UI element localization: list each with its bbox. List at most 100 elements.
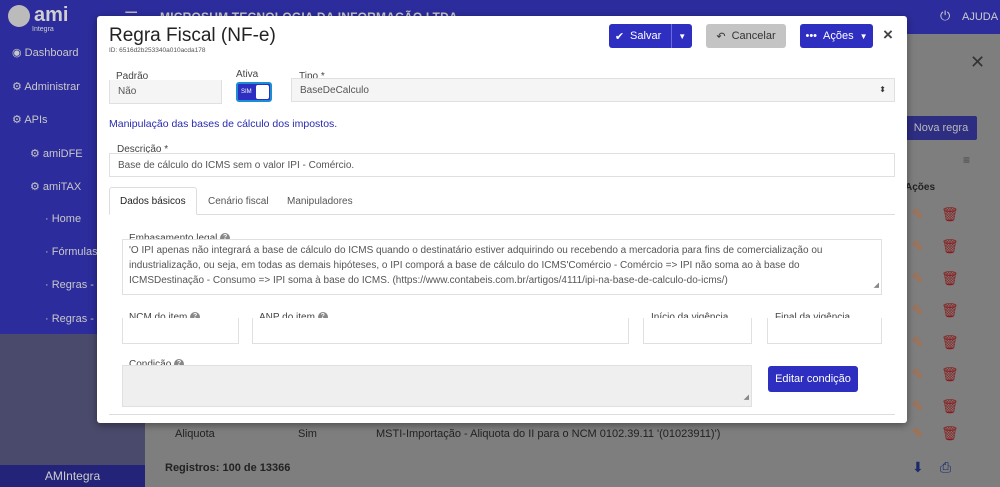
cancel-button[interactable]: ↶ Cancelar	[706, 24, 786, 48]
gear-icon: ⚙	[30, 148, 43, 160]
edit-icon[interactable]: ✎	[912, 334, 924, 351]
logo-icon	[8, 4, 30, 27]
edit-condition-button[interactable]: Editar condição	[768, 366, 858, 392]
trash-icon[interactable]: 🗑	[941, 425, 959, 442]
print-icon[interactable]: ⎙	[940, 459, 951, 476]
select-arrows-icon: ⬍	[879, 85, 886, 94]
manipulation-description: Manipulação das bases de cálculo dos imp…	[109, 118, 338, 130]
sidebar-item-label: Dashboard	[24, 47, 79, 59]
sidebar-item-amitax[interactable]: ⚙ amiTAX	[30, 180, 81, 193]
toggle-text: SIM	[241, 89, 252, 95]
tab-label: Cenário fiscal	[208, 195, 269, 207]
table-cell-col3: MSTI-Importação - Aliquota do II para o …	[376, 428, 721, 440]
sidebar-item-label: Administrar	[24, 81, 80, 93]
descricao-input[interactable]: Base de cálculo do ICMS sem o valor IPI …	[109, 153, 895, 177]
app-logo: ami Integra	[8, 4, 69, 33]
sidebar-item-dashboard[interactable]: ◉ Dashboard	[12, 46, 78, 59]
chevron-down-icon[interactable]: ▼	[671, 24, 686, 48]
edit-icon[interactable]: ✎	[912, 302, 924, 319]
embasamento-line: industrialização, ou seja, em todas as d…	[129, 260, 800, 271]
tab-manipuladores[interactable]: Manipuladores	[277, 187, 363, 215]
ativa-label: Ativa	[236, 69, 259, 80]
check-icon: ✔	[614, 30, 625, 43]
power-icon[interactable]: ⏻	[940, 8, 950, 24]
sidebar-item-home[interactable]: · Home	[45, 213, 81, 225]
logo-text: ami	[34, 4, 69, 26]
trash-icon[interactable]: 🗑	[941, 398, 959, 415]
close-icon[interactable]: ✕	[970, 52, 985, 73]
ncm-input[interactable]	[122, 318, 239, 344]
edit-icon[interactable]: ✎	[912, 238, 924, 255]
tipo-select[interactable]: BaseDeCalculo ⬍	[291, 78, 895, 102]
actions-button[interactable]: ••• Ações ▼	[800, 24, 873, 48]
sidebar-item-apis[interactable]: ⚙ APIs	[12, 113, 48, 126]
apis-icon: ⚙	[12, 114, 25, 126]
record-id: ID: 6516d2b253340a010acda178	[109, 47, 206, 54]
help-link[interactable]: AJUDA	[962, 11, 998, 23]
trash-icon[interactable]: 🗑	[941, 270, 959, 287]
close-icon[interactable]: ×	[883, 25, 893, 45]
download-icon[interactable]: ⬇	[912, 459, 924, 476]
tab-label: Manipuladores	[287, 195, 353, 207]
final-vigencia-input[interactable]	[767, 318, 882, 344]
actions-column-header: Ações	[905, 182, 936, 193]
sidebar-item-label: APIs	[24, 114, 48, 126]
sidebar-item-regras-2[interactable]: · Regras -	[45, 313, 94, 325]
bullet-icon: ·	[45, 279, 52, 291]
cancel-label: Cancelar	[731, 30, 776, 42]
sidebar-item-amidfe[interactable]: ⚙ amiDFE	[30, 147, 83, 160]
sidebar-item-label: Regras -	[51, 279, 94, 291]
bullet-icon: ·	[45, 246, 52, 258]
tipo-value: BaseDeCalculo	[300, 84, 369, 96]
records-count: Registros: 100 de 13366	[165, 462, 291, 474]
more-icon: •••	[805, 30, 818, 42]
tab-cenario-fiscal[interactable]: Cenário fiscal	[198, 187, 279, 215]
edit-icon[interactable]: ✎	[912, 366, 924, 383]
edit-icon[interactable]: ✎	[912, 425, 924, 442]
embasamento-line: ICMSDestinação - Consumo => IPI soma à b…	[129, 275, 728, 286]
trash-icon[interactable]: 🗑	[941, 206, 959, 223]
sidebar-item-label: Regras -	[51, 313, 94, 325]
trash-icon[interactable]: 🗑	[941, 238, 959, 255]
new-rule-button[interactable]: Nova regra	[905, 116, 977, 140]
bullet-icon: ·	[45, 313, 52, 325]
sidebar-item-label: Home	[51, 213, 82, 225]
bullet-icon: ·	[45, 213, 52, 225]
sidebar-item-administrar[interactable]: ⚙ Administrar	[12, 80, 80, 93]
trash-icon[interactable]: 🗑	[941, 302, 959, 319]
ativa-toggle[interactable]: SIM	[236, 82, 272, 102]
anp-input[interactable]	[252, 318, 629, 344]
table-cell-col1: Aliquota	[175, 428, 215, 440]
chevron-down-icon: ▼	[859, 31, 868, 41]
trash-icon[interactable]: 🗑	[941, 334, 959, 351]
edit-icon[interactable]: ✎	[912, 206, 924, 223]
tab-panel-bottom-border	[109, 414, 895, 415]
embasamento-line: 'O IPI apenas não integrará a base de cá…	[129, 245, 823, 256]
trash-icon[interactable]: 🗑	[941, 366, 959, 383]
condicao-textarea[interactable]: ◢	[122, 365, 752, 407]
resize-handle-icon[interactable]: ◢	[874, 278, 879, 293]
actions-label: Ações	[823, 30, 854, 42]
embasamento-textarea[interactable]: 'O IPI apenas não integrará a base de cá…	[122, 239, 882, 295]
edit-icon[interactable]: ✎	[912, 270, 924, 287]
save-button[interactable]: ✔ Salvar ▼	[609, 24, 692, 48]
tab-bar: Dados básicos Cenário fiscal Manipulador…	[109, 187, 895, 215]
tab-dados-basicos[interactable]: Dados básicos	[109, 187, 197, 215]
sidebar-item-label: Fórmulas	[51, 246, 98, 258]
edit-icon[interactable]: ✎	[912, 398, 924, 415]
filter-icon[interactable]: ≡	[963, 153, 970, 167]
table-cell-col2: Sim	[298, 428, 317, 440]
undo-icon: ↶	[716, 30, 726, 43]
sidebar-item-regras-1[interactable]: · Regras -	[45, 279, 94, 291]
resize-handle-icon[interactable]: ◢	[744, 390, 749, 405]
sidebar-item-label: amiDFE	[42, 148, 83, 160]
sidebar-item-label: amiTAX	[42, 181, 82, 193]
modal-title: Regra Fiscal (NF-e)	[109, 25, 276, 46]
inicio-vigencia-input[interactable]	[643, 318, 752, 344]
toggle-knob	[256, 85, 269, 99]
padrao-field[interactable]: Não	[109, 80, 222, 104]
gear-icon: ⚙	[12, 81, 25, 93]
sidebar-item-formulas[interactable]: · Fórmulas	[45, 246, 98, 258]
dashboard-icon: ◉	[12, 47, 25, 59]
save-label: Salvar	[630, 30, 662, 42]
